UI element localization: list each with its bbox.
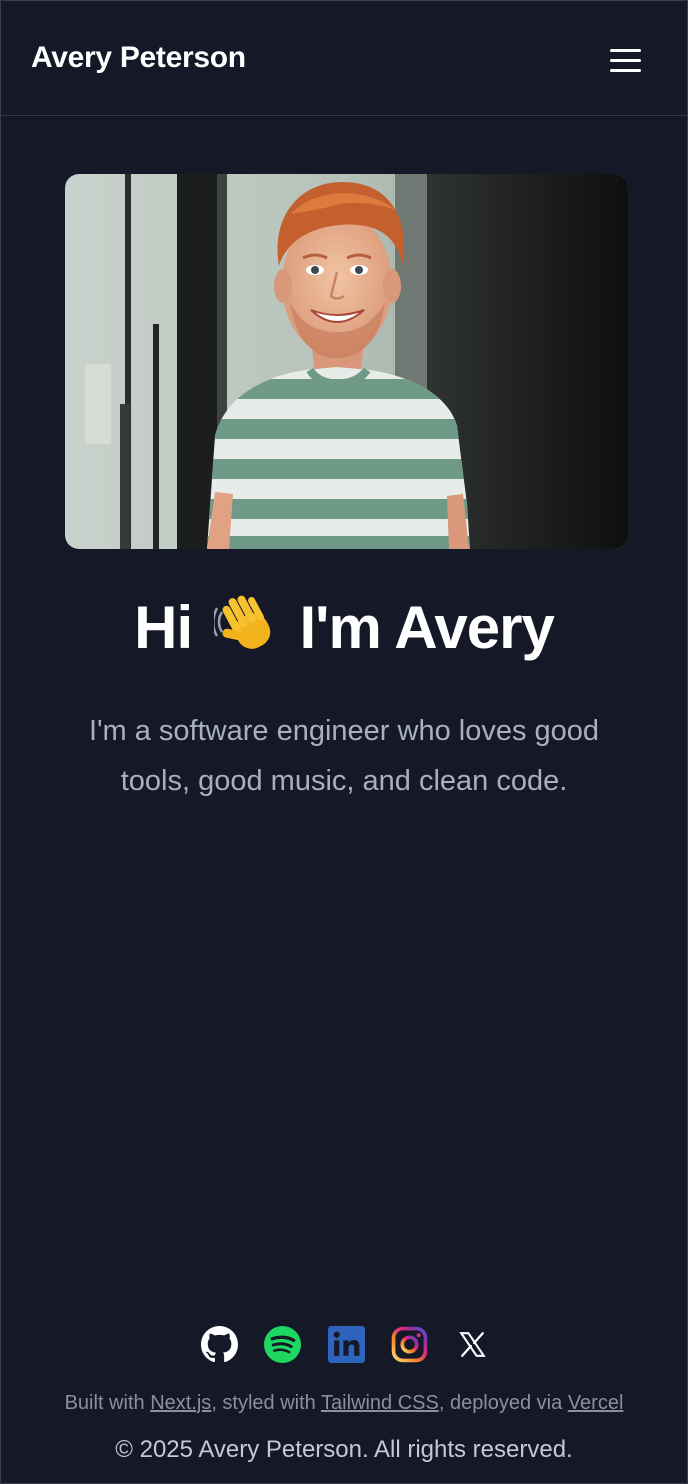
site-header: Avery Peterson <box>1 1 687 116</box>
linkedin-link[interactable] <box>327 1325 365 1363</box>
github-link[interactable] <box>201 1325 238 1363</box>
github-icon <box>201 1325 238 1362</box>
social-links <box>201 1325 491 1363</box>
credits-deployed-text: , deployed via <box>438 1392 563 1414</box>
spotify-link[interactable] <box>264 1325 302 1363</box>
hamburger-menu-icon-bar <box>610 59 641 62</box>
tailwind-link[interactable]: Tailwind CSS <box>321 1392 439 1414</box>
instagram-icon <box>391 1326 428 1362</box>
spotify-icon <box>264 1325 302 1363</box>
menu-button[interactable] <box>605 43 645 77</box>
profile-photo <box>65 174 628 549</box>
instagram-link[interactable] <box>391 1326 428 1363</box>
hero-heading-name: I'm Avery <box>299 594 555 661</box>
credits-built-prefix: Built with <box>64 1392 145 1414</box>
vercel-link[interactable]: Vercel <box>568 1392 624 1414</box>
footer-credits: Built with Next.js, styled with Tailwind… <box>1 1392 687 1415</box>
footer-copyright: © 2025 Avery Peterson. All rights reserv… <box>115 1436 573 1463</box>
nextjs-link[interactable]: Next.js <box>150 1392 211 1414</box>
hamburger-menu-icon <box>610 49 641 52</box>
hero-intro: I'm a software engineer who loves good t… <box>88 715 600 797</box>
credits-styled-text: , styled with <box>211 1392 316 1414</box>
hamburger-menu-icon-bar <box>610 69 641 72</box>
site-brand[interactable]: Avery Peterson <box>31 41 246 75</box>
profile-photo-illustration <box>65 174 628 549</box>
x-icon <box>459 1331 486 1357</box>
x-link[interactable] <box>454 1326 491 1363</box>
linkedin-icon <box>327 1325 365 1363</box>
page: Avery Peterson Hi I'm Avery I'm a softwa… <box>0 0 688 1484</box>
hero-heading: Hi I'm Avery <box>1 593 687 670</box>
hero-heading-greeting: Hi <box>134 594 193 661</box>
waving-hand-icon <box>211 594 278 670</box>
